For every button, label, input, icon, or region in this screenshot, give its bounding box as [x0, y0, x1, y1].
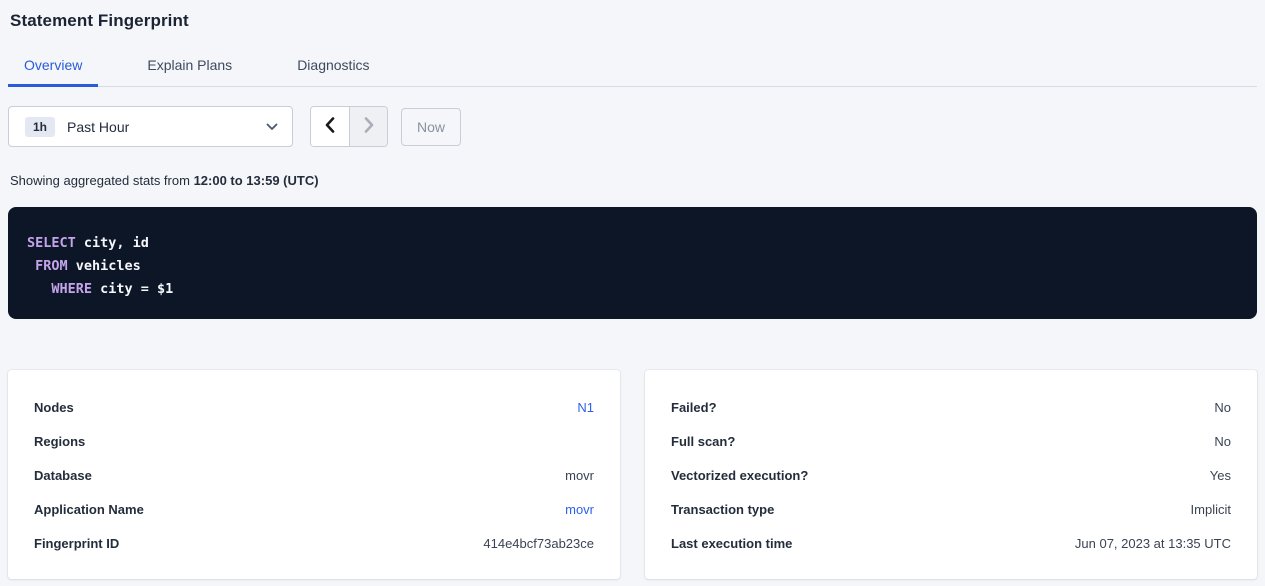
detail-label: Vectorized execution?	[671, 468, 808, 483]
now-button[interactable]: Now	[401, 108, 461, 146]
detail-row-transaction-type: Transaction type Implicit	[671, 492, 1231, 526]
statement-details-card-right: Failed? No Full scan? No Vectorized exec…	[645, 370, 1257, 579]
sql-line: SELECT city, id	[27, 232, 1238, 255]
detail-row-failed: Failed? No	[671, 390, 1231, 424]
detail-label: Full scan?	[671, 434, 735, 449]
detail-value: Yes	[1210, 468, 1231, 483]
statement-fingerprint-page: Statement Fingerprint Overview Explain P…	[0, 0, 1265, 579]
detail-row-last-execution-time: Last execution time Jun 07, 2023 at 13:3…	[671, 526, 1231, 560]
aggregated-stats-text: Showing aggregated stats from 12:00 to 1…	[8, 173, 1257, 188]
detail-label: Regions	[34, 434, 85, 449]
detail-value: No	[1214, 434, 1231, 449]
detail-label: Transaction type	[671, 502, 774, 517]
detail-row-regions: Regions	[34, 424, 594, 458]
chevron-right-icon	[364, 117, 374, 136]
application-name-link[interactable]: movr	[565, 502, 594, 517]
tab-explain-plans[interactable]: Explain Plans	[131, 57, 248, 87]
sql-text: city = $1	[92, 281, 173, 297]
tab-overview[interactable]: Overview	[8, 57, 98, 87]
statement-details-card-left: Nodes N1 Regions Database movr Applicati…	[8, 370, 620, 579]
sql-text: vehicles	[68, 258, 141, 274]
detail-value: Jun 07, 2023 at 13:35 UTC	[1075, 536, 1231, 551]
time-range-dropdown[interactable]: 1h Past Hour	[8, 106, 293, 147]
tab-diagnostics[interactable]: Diagnostics	[281, 57, 385, 87]
detail-label: Nodes	[34, 400, 74, 415]
detail-row-fingerprint-id: Fingerprint ID 414e4bcf73ab23ce	[34, 526, 594, 560]
sql-line: FROM vehicles	[27, 255, 1238, 278]
chevron-down-icon	[266, 123, 278, 131]
sql-indent	[27, 258, 35, 274]
stats-time-range: 12:00 to 13:59 (UTC)	[194, 173, 319, 188]
detail-label: Failed?	[671, 400, 717, 415]
sql-line: WHERE city = $1	[27, 278, 1238, 301]
detail-label: Database	[34, 468, 92, 483]
detail-value: No	[1214, 400, 1231, 415]
sql-keyword: FROM	[35, 258, 68, 274]
time-range-badge: 1h	[25, 117, 55, 137]
detail-row-application-name: Application Name movr	[34, 492, 594, 526]
page-title: Statement Fingerprint	[8, 0, 1257, 31]
detail-label: Last execution time	[671, 536, 792, 551]
detail-label: Fingerprint ID	[34, 536, 119, 551]
detail-value: movr	[565, 468, 594, 483]
tab-bar: Overview Explain Plans Diagnostics	[8, 57, 1257, 87]
sql-indent	[27, 281, 51, 297]
detail-value: 414e4bcf73ab23ce	[483, 536, 594, 551]
statement-details: Nodes N1 Regions Database movr Applicati…	[8, 370, 1257, 579]
chevron-left-icon	[325, 117, 335, 136]
detail-row-database: Database movr	[34, 458, 594, 492]
time-shift-controls	[310, 106, 388, 147]
sql-text: city, id	[76, 235, 149, 251]
detail-value: Implicit	[1191, 502, 1231, 517]
detail-row-full-scan: Full scan? No	[671, 424, 1231, 458]
detail-row-nodes: Nodes N1	[34, 390, 594, 424]
sql-keyword: WHERE	[51, 281, 92, 297]
nodes-link[interactable]: N1	[577, 400, 594, 415]
detail-label: Application Name	[34, 502, 144, 517]
sql-statement-box: SELECT city, id FROM vehicles WHERE city…	[8, 207, 1257, 319]
sql-keyword: SELECT	[27, 235, 76, 251]
stats-prefix: Showing aggregated stats from	[10, 173, 194, 188]
time-controls: 1h Past Hour Now	[8, 106, 1257, 147]
next-time-button[interactable]	[349, 107, 387, 146]
time-range-label: Past Hour	[67, 119, 129, 135]
detail-row-vectorized-execution: Vectorized execution? Yes	[671, 458, 1231, 492]
prev-time-button[interactable]	[311, 107, 349, 146]
